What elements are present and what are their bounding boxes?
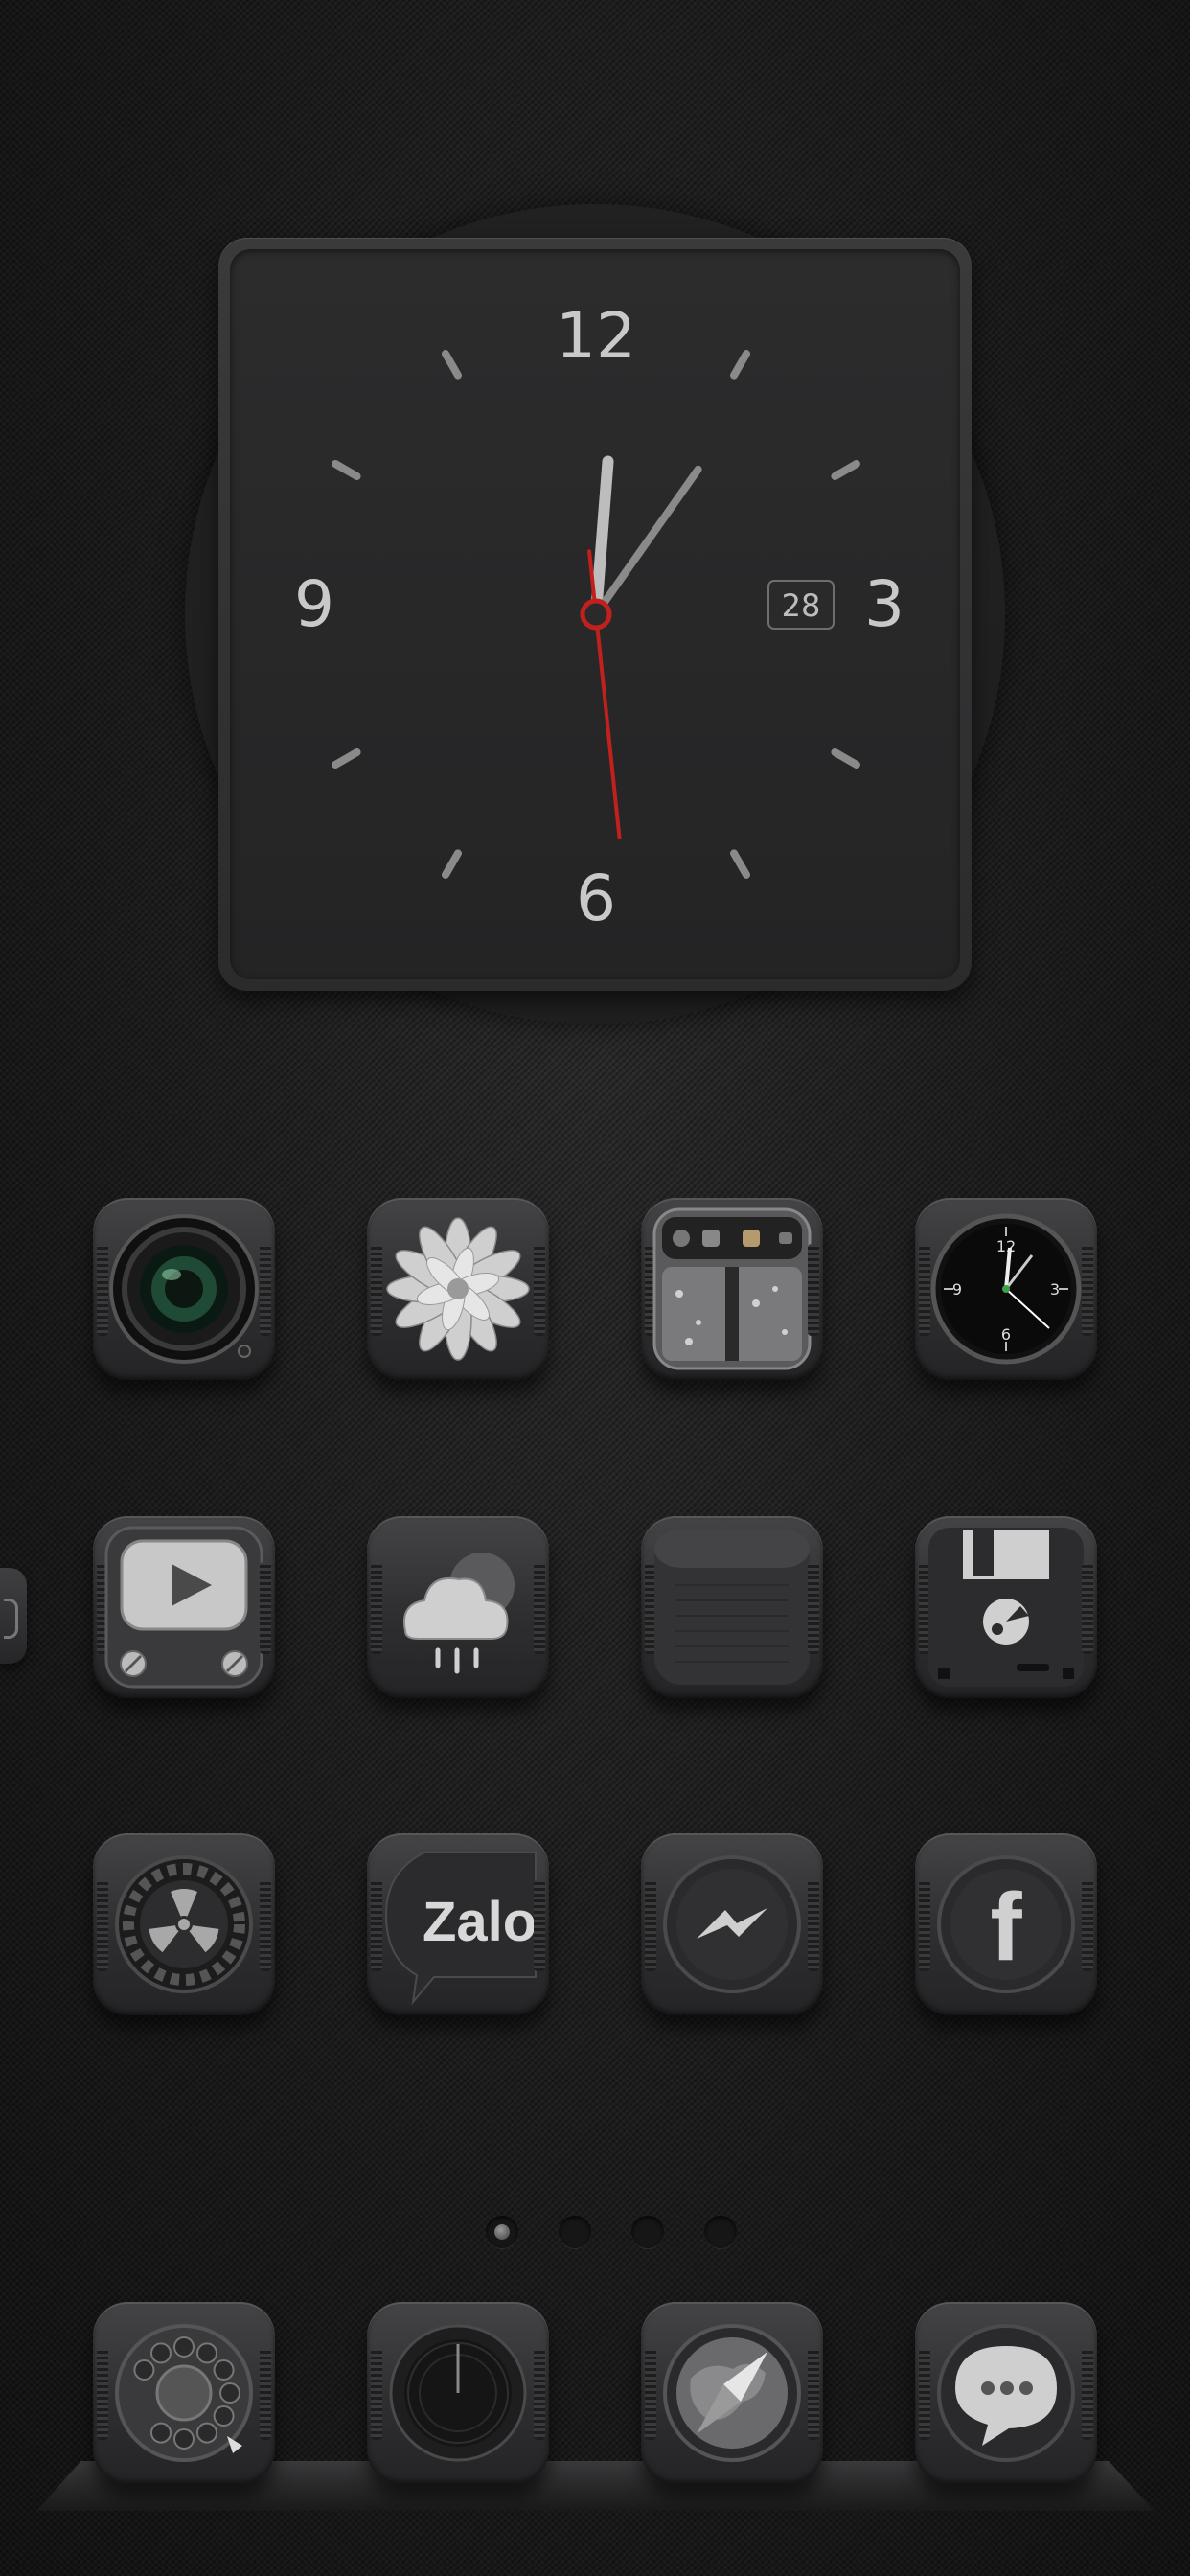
notes-icon [654,1530,810,1685]
numeral-6: 6 [576,862,616,935]
svg-text:3: 3 [1050,1280,1060,1299]
clock-app-icon-tile[interactable]: 12 3 6 9 [915,1198,1097,1380]
zalo-wordmark: Zalo [423,1891,537,1953]
facebook-icon: f [937,1855,1075,1993]
camera-icon [109,1214,259,1364]
hour-hand [590,455,614,620]
page-dot-3[interactable] [631,2216,664,2248]
clock-dial: 12 3 6 9 28 [294,299,904,935]
dial-hole [150,2342,172,2364]
messages-app-icon[interactable] [915,2302,1097,2484]
dial-hole [196,2422,217,2444]
hour-tick [730,350,750,380]
youtube-app-icon[interactable] [93,1516,275,1698]
weather-rain-cloud-icon [403,1552,515,1674]
zalo-app-icon[interactable]: Zalo [367,1833,549,2015]
numeral-12: 12 [556,299,636,373]
second-hand [587,549,622,840]
messenger-app-icon[interactable] [641,1833,823,2015]
date-label: 28 [782,587,821,624]
dial-hole [173,2336,195,2358]
page-dot-2[interactable] [559,2216,591,2248]
hour-tick [332,748,361,769]
page-dot-4[interactable] [704,2216,737,2248]
camera-app-icon[interactable] [93,1198,275,1380]
dial-hole [219,2382,240,2404]
settings-app-icon[interactable] [93,1833,275,2015]
zalo-chat-icon: Zalo [384,1852,537,2006]
app-library-icon-tile[interactable] [641,1198,823,1380]
svg-text:12: 12 [996,1237,1016,1255]
settings-gear-radiation-icon [115,1855,253,1993]
photos-app-icon[interactable] [367,1198,549,1380]
app-library-icon [652,1208,812,1370]
dial-hole [213,2359,235,2380]
youtube-tv-icon [104,1526,263,1689]
weather-app-icon[interactable] [367,1516,549,1698]
hour-tick [442,350,462,380]
page-dot-1[interactable] [486,2216,518,2248]
safari-compass-icon [663,2324,801,2462]
hour-tick [442,849,462,879]
volume-app-icon[interactable] [367,2302,549,2484]
hour-tick [831,748,860,769]
numeral-9: 9 [294,567,334,641]
facebook-app-icon[interactable]: f [915,1833,1097,2015]
partial-offscreen-icon[interactable] [0,1568,27,1664]
floppy-disk-save-icon [928,1528,1084,1687]
safari-app-icon[interactable] [641,2302,823,2484]
rotary-phone-icon [115,2324,253,2462]
dial-hole [213,2405,235,2426]
numeral-3: 3 [864,567,904,641]
clock-app-icon: 12 3 6 9 [930,1213,1082,1365]
volume-knob-icon [389,2324,527,2462]
hour-tick [730,849,750,879]
page-indicator[interactable] [486,2214,743,2252]
messages-bubble-icon [937,2324,1075,2462]
save-app-icon[interactable] [915,1516,1097,1698]
dial-hole [150,2422,172,2444]
messenger-bolt-icon [663,1855,801,1993]
phone-app-icon[interactable] [93,2302,275,2484]
dial-hole [173,2428,195,2450]
facebook-letter: f [990,1874,1022,1981]
svg-text:9: 9 [952,1280,962,1299]
dial-hole [196,2342,217,2364]
clock-widget[interactable]: 12 3 6 9 28 [218,238,972,991]
dial-hole [133,2359,155,2380]
notes-app-icon[interactable] [641,1516,823,1698]
hour-tick [332,460,361,480]
hour-tick [831,460,860,480]
hand-pivot [580,598,612,631]
svg-text:6: 6 [1001,1325,1011,1344]
photos-flower-icon [386,1217,530,1361]
